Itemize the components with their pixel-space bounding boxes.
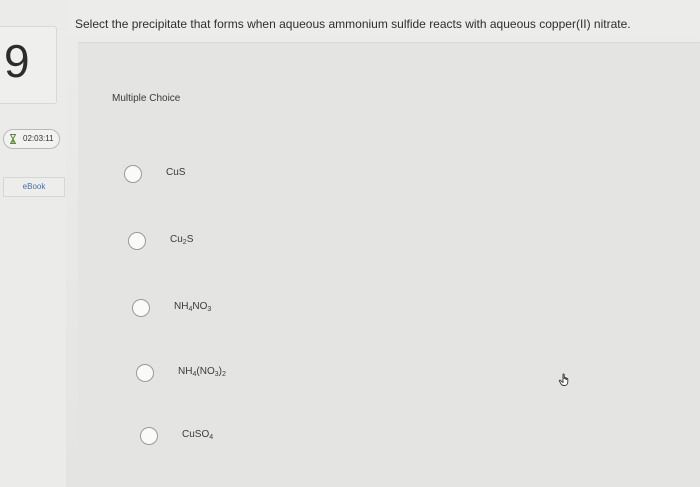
question-type-label: Multiple Choice bbox=[112, 93, 181, 104]
radio-button[interactable] bbox=[132, 299, 150, 317]
timer-badge: 02:03:11 bbox=[3, 129, 60, 149]
question-text: Select the precipitate that forms when a… bbox=[75, 17, 631, 31]
ebook-button[interactable]: eBook bbox=[3, 177, 65, 197]
hand-pointer-icon bbox=[558, 373, 569, 386]
option-label: NH4(NO3)2 bbox=[178, 366, 226, 378]
question-sidebar: 9 02:03:11 eBook bbox=[0, 0, 66, 487]
question-card bbox=[78, 42, 700, 473]
hourglass-icon bbox=[10, 134, 16, 144]
radio-button[interactable] bbox=[128, 232, 146, 250]
radio-button[interactable] bbox=[136, 364, 154, 382]
option-label: CuSO4 bbox=[182, 429, 214, 441]
radio-button[interactable] bbox=[124, 165, 142, 183]
radio-button[interactable] bbox=[140, 427, 158, 445]
option-label: CuS bbox=[166, 167, 186, 178]
option-label: NH4NO3 bbox=[174, 301, 212, 313]
question-number: 9 bbox=[4, 35, 30, 87]
option-label: Cu2S bbox=[170, 234, 194, 246]
screen: 9 02:03:11 eBook Select the precipitate … bbox=[0, 0, 700, 487]
timer-text: 02:03:11 bbox=[23, 134, 54, 143]
